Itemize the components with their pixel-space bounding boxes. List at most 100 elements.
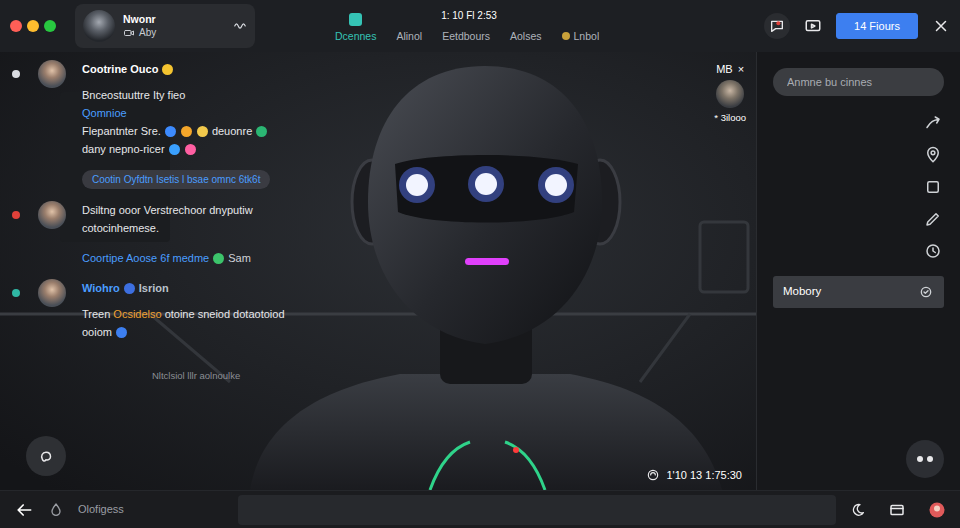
text-segment: Flepantnter Sre. xyxy=(82,122,161,140)
emoji-icon xyxy=(162,64,173,75)
chat-icon xyxy=(769,18,785,34)
segment-text: Coortipe Aoose 6f medme xyxy=(82,249,209,267)
toggle-icon[interactable] xyxy=(918,284,934,300)
segment-text: Qomnioe xyxy=(82,104,127,122)
message-body: Cootrine Ouco Bnceostuuttre Ity fieoQomni… xyxy=(82,60,268,158)
text-segment: Wiohro xyxy=(82,279,120,297)
text-segment: Bnceostuuttre Ity fieo xyxy=(82,86,185,104)
screen-share-icon[interactable] xyxy=(804,17,822,35)
moon-icon[interactable] xyxy=(850,502,866,518)
chat-feed: Cootrine Ouco Bnceostuuttre Ity fieoQomni… xyxy=(12,60,342,385)
emoji-icon xyxy=(185,144,196,155)
tab-text: Alinol xyxy=(396,29,422,43)
message-line: Dsiltng ooor Verstrechoor dnyputiw xyxy=(82,201,253,219)
share-icon[interactable] xyxy=(924,114,942,132)
more-button[interactable] xyxy=(906,440,944,478)
message-line: cotocinhemese. xyxy=(82,219,253,237)
emoji-reaction xyxy=(212,253,225,264)
status-dot xyxy=(12,211,20,219)
link-pill[interactable]: Cootin Oyfdtn Isetis l bsae omnc 6tk6t xyxy=(82,170,270,189)
user-avatar xyxy=(83,10,115,42)
clock-icon[interactable] xyxy=(924,242,942,260)
status-dot xyxy=(12,289,20,297)
stream-timer: 1'10 13 1:75:30 xyxy=(646,468,742,482)
viewer-label: * 3ilooo xyxy=(714,112,746,124)
emoji-reaction xyxy=(161,64,174,75)
pin-icon[interactable] xyxy=(924,146,942,164)
tool-icons xyxy=(773,114,944,260)
tab-text: Eetdbours xyxy=(442,29,490,43)
viewer-avatar[interactable] xyxy=(716,80,744,108)
segment-text: Isrion xyxy=(139,279,169,297)
viewer-panel: MB× * 3ilooo xyxy=(714,62,746,124)
emoji-reaction xyxy=(164,126,177,137)
drop-icon[interactable] xyxy=(48,502,64,518)
back-arrow-icon[interactable] xyxy=(14,500,34,520)
main-area: Cootrine Ouco Bnceostuuttre Ity fieoQomni… xyxy=(0,52,960,490)
segment-text: Flepantnter Sre. xyxy=(82,122,161,140)
chat-avatar[interactable] xyxy=(38,279,66,307)
text-segment: deuonre xyxy=(212,122,252,140)
segment-text: Nltclsiol lllr aolnoulke xyxy=(152,367,240,385)
nav-tab[interactable]: Aolses xyxy=(510,29,542,43)
chat-avatar[interactable] xyxy=(38,201,66,229)
nav-tab[interactable]: Lnbol xyxy=(562,29,600,43)
chat-link[interactable]: Cootin Oyfdtn Isetis l bsae omnc 6tk6t xyxy=(12,170,342,189)
top-bar: Nwonr Aby Dcennes Alinol Eetdbours Aolses Ln… xyxy=(0,0,960,52)
emoji-icon xyxy=(197,126,208,137)
emoji-reaction xyxy=(184,144,197,155)
header-actions: 14 Fiours xyxy=(764,13,950,40)
emoji-reaction xyxy=(168,144,181,155)
segment-text: Treen xyxy=(82,305,110,323)
pen-icon[interactable] xyxy=(924,210,942,228)
reaction-button[interactable] xyxy=(26,436,66,476)
nav-tab[interactable]: Alinol xyxy=(396,29,422,43)
emoji-reaction xyxy=(123,283,136,294)
segment-text: Cootin Oyfdtn Isetis l bsae omnc 6tk6t xyxy=(92,172,260,187)
tab-label: Eetdbours xyxy=(442,29,490,43)
tab-label: Lnbol xyxy=(562,29,600,43)
primary-button[interactable]: 14 Fiours xyxy=(836,13,918,40)
chat-button[interactable] xyxy=(764,13,790,39)
tab-text: Dcennes xyxy=(335,29,376,43)
nav-tab[interactable]: Eetdbours xyxy=(442,29,490,43)
box-icon[interactable] xyxy=(888,501,906,519)
window-control-dot[interactable] xyxy=(44,20,56,32)
segment-text: cotocinhemese. xyxy=(82,219,159,237)
segment-text: Bnceostuuttre Ity fieo xyxy=(82,86,185,104)
tab-bar: DcennesAlinolEetdboursAolsesLnbol1: 10 F… xyxy=(335,9,599,43)
sidebar-item[interactable]: Mobory xyxy=(773,276,944,308)
message-author: Cootrine Ouco xyxy=(82,60,268,78)
emoji-icon xyxy=(169,144,180,155)
text-segment: otoine sneiod dotaotoiod xyxy=(165,305,285,323)
message-line: Flepantnter Sre. deuonre xyxy=(82,122,268,140)
text-segment: Cootrine Ouco xyxy=(82,60,158,78)
segment-text: ooiom xyxy=(82,323,112,341)
window-controls xyxy=(10,20,70,32)
close-icon[interactable] xyxy=(932,17,950,35)
chat-message: Dsiltng ooor Verstrechoor dnyputiwcotoci… xyxy=(12,201,342,237)
emoji-icon xyxy=(124,283,135,294)
text-segment: Coortipe Aoose 6f medme xyxy=(82,249,209,267)
text-segment: Cootin Oyfdtn Isetis l bsae omnc 6tk6t xyxy=(92,172,260,187)
search-field[interactable] xyxy=(773,68,944,96)
message-line: TreenOcsidelsootoine sneiod dotaotoiod xyxy=(82,305,285,323)
square-icon[interactable] xyxy=(924,178,942,196)
indicator-slot xyxy=(12,201,38,219)
message-input[interactable] xyxy=(238,495,836,525)
window-control-dot[interactable] xyxy=(10,20,22,32)
profile-icon[interactable] xyxy=(928,501,946,519)
emoji-icon xyxy=(213,253,224,264)
window-control-dot[interactable] xyxy=(27,20,39,32)
emoji-reaction xyxy=(196,126,209,137)
nav-tab[interactable]: Dcennes xyxy=(335,13,376,43)
camera-icon xyxy=(123,27,135,39)
record-icon xyxy=(646,468,660,482)
user-card[interactable]: Nwonr Aby xyxy=(75,4,255,48)
chat-avatar[interactable] xyxy=(38,60,66,88)
message-body: Dsiltng ooor Verstrechoor dnyputiwcotoci… xyxy=(82,201,253,237)
badge-close[interactable]: × xyxy=(738,62,744,76)
dot-icon xyxy=(917,456,923,462)
text-segment: Dsiltng ooor Verstrechoor dnyputiw xyxy=(82,201,253,219)
stream-badge: MB× xyxy=(716,62,744,76)
